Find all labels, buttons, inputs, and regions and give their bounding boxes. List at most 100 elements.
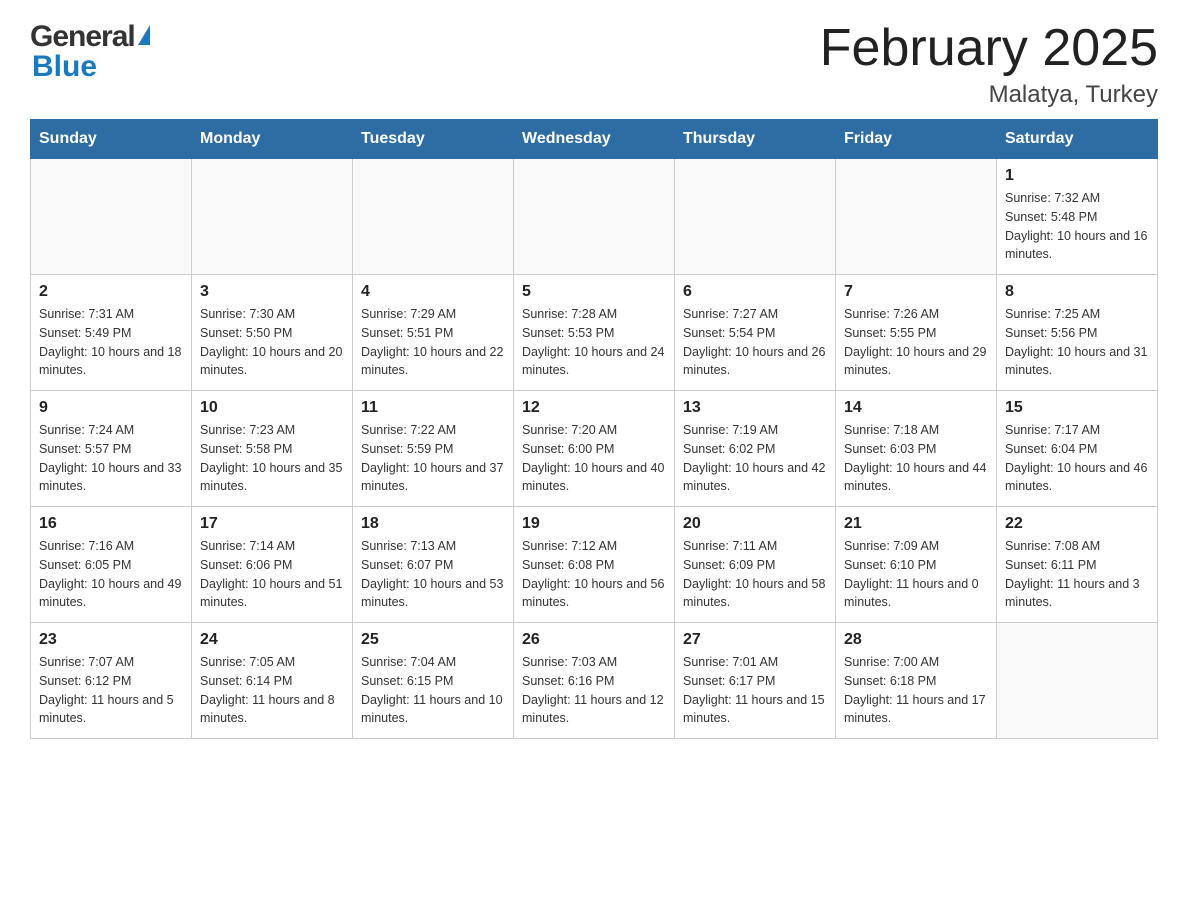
calendar-cell: 16Sunrise: 7:16 AMSunset: 6:05 PMDayligh… — [31, 507, 192, 623]
calendar-week-row: 23 Sunrise: 7:07 AMSunset: 6:12 PMDayligh… — [31, 623, 1158, 739]
day-info: Sunrise: 7:19 AMSunset: 6:02 PMDaylight:… — [683, 421, 827, 496]
day-info: Sunrise: 7:26 AMSunset: 5:55 PMDaylight:… — [844, 305, 988, 380]
calendar-cell: 23 Sunrise: 7:07 AMSunset: 6:12 PMDayligh… — [31, 623, 192, 739]
day-number: 10 — [200, 399, 344, 417]
calendar-cell — [997, 623, 1158, 739]
page-subtitle: Malatya, Turkey — [820, 81, 1158, 109]
calendar-week-row: 2Sunrise: 7:31 AMSunset: 5:49 PMDaylight… — [31, 275, 1158, 391]
calendar-cell — [836, 159, 997, 275]
weekday-header-saturday: Saturday — [997, 120, 1158, 159]
calendar-cell: 26Sunrise: 7:03 AMSunset: 6:16 PMDayligh… — [514, 623, 675, 739]
day-info: Sunrise: 7:01 AMSunset: 6:17 PMDaylight:… — [683, 653, 827, 728]
calendar-cell: 18 Sunrise: 7:13 AMSunset: 6:07 PMDayligh… — [353, 507, 514, 623]
day-info: Sunrise: 7:25 AMSunset: 5:56 PMDaylight:… — [1005, 305, 1149, 380]
calendar-cell: 3 Sunrise: 7:30 AMSunset: 5:50 PMDaylight… — [192, 275, 353, 391]
day-number: 23 — [39, 631, 183, 649]
day-info: Sunrise: 7:14 AMSunset: 6:06 PMDaylight:… — [200, 537, 344, 612]
page-header: General Blue February 2025 Malatya, Turk… — [30, 20, 1158, 109]
calendar-cell: 8 Sunrise: 7:25 AMSunset: 5:56 PMDaylight… — [997, 275, 1158, 391]
calendar-cell — [514, 159, 675, 275]
calendar-week-row: 9Sunrise: 7:24 AMSunset: 5:57 PMDaylight… — [31, 391, 1158, 507]
day-number: 3 — [200, 283, 344, 301]
calendar-cell: 1 Sunrise: 7:32 AMSunset: 5:48 PMDaylight… — [997, 159, 1158, 275]
day-info: Sunrise: 7:13 AMSunset: 6:07 PMDaylight:… — [361, 537, 505, 612]
calendar-cell: 20Sunrise: 7:11 AMSunset: 6:09 PMDayligh… — [675, 507, 836, 623]
calendar-cell: 28 Sunrise: 7:00 AMSunset: 6:18 PMDayligh… — [836, 623, 997, 739]
logo: General Blue — [30, 20, 150, 84]
calendar-header-row: SundayMondayTuesdayWednesdayThursdayFrid… — [31, 120, 1158, 159]
day-number: 9 — [39, 399, 183, 417]
calendar-cell — [675, 159, 836, 275]
calendar-cell: 11 Sunrise: 7:22 AMSunset: 5:59 PMDayligh… — [353, 391, 514, 507]
day-info: Sunrise: 7:27 AMSunset: 5:54 PMDaylight:… — [683, 305, 827, 380]
day-number: 14 — [844, 399, 988, 417]
calendar-cell: 6 Sunrise: 7:27 AMSunset: 5:54 PMDaylight… — [675, 275, 836, 391]
calendar-cell: 24Sunrise: 7:05 AMSunset: 6:14 PMDayligh… — [192, 623, 353, 739]
calendar-cell: 27 Sunrise: 7:01 AMSunset: 6:17 PMDayligh… — [675, 623, 836, 739]
day-number: 18 — [361, 515, 505, 533]
day-info: Sunrise: 7:17 AMSunset: 6:04 PMDaylight:… — [1005, 421, 1149, 496]
calendar-cell: 2Sunrise: 7:31 AMSunset: 5:49 PMDaylight… — [31, 275, 192, 391]
day-number: 25 — [361, 631, 505, 649]
day-number: 20 — [683, 515, 827, 533]
calendar-cell: 15 Sunrise: 7:17 AMSunset: 6:04 PMDayligh… — [997, 391, 1158, 507]
day-info: Sunrise: 7:22 AMSunset: 5:59 PMDaylight:… — [361, 421, 505, 496]
day-info: Sunrise: 7:12 AMSunset: 6:08 PMDaylight:… — [522, 537, 666, 612]
calendar-cell: 21 Sunrise: 7:09 AMSunset: 6:10 PMDayligh… — [836, 507, 997, 623]
calendar-cell — [31, 159, 192, 275]
day-number: 6 — [683, 283, 827, 301]
day-info: Sunrise: 7:04 AMSunset: 6:15 PMDaylight:… — [361, 653, 505, 728]
day-info: Sunrise: 7:07 AMSunset: 6:12 PMDaylight:… — [39, 653, 183, 728]
day-number: 27 — [683, 631, 827, 649]
day-number: 24 — [200, 631, 344, 649]
day-number: 13 — [683, 399, 827, 417]
day-number: 8 — [1005, 283, 1149, 301]
day-info: Sunrise: 7:16 AMSunset: 6:05 PMDaylight:… — [39, 537, 183, 612]
calendar-week-row: 16Sunrise: 7:16 AMSunset: 6:05 PMDayligh… — [31, 507, 1158, 623]
day-number: 19 — [522, 515, 666, 533]
day-number: 5 — [522, 283, 666, 301]
logo-general-text: General — [30, 20, 135, 54]
calendar-week-row: 1 Sunrise: 7:32 AMSunset: 5:48 PMDaylight… — [31, 159, 1158, 275]
day-number: 21 — [844, 515, 988, 533]
day-info: Sunrise: 7:30 AMSunset: 5:50 PMDaylight:… — [200, 305, 344, 380]
calendar-cell: 9Sunrise: 7:24 AMSunset: 5:57 PMDaylight… — [31, 391, 192, 507]
day-info: Sunrise: 7:20 AMSunset: 6:00 PMDaylight:… — [522, 421, 666, 496]
calendar-cell: 17Sunrise: 7:14 AMSunset: 6:06 PMDayligh… — [192, 507, 353, 623]
day-number: 4 — [361, 283, 505, 301]
day-info: Sunrise: 7:29 AMSunset: 5:51 PMDaylight:… — [361, 305, 505, 380]
day-number: 7 — [844, 283, 988, 301]
day-number: 28 — [844, 631, 988, 649]
page-title: February 2025 — [820, 20, 1158, 77]
weekday-header-friday: Friday — [836, 120, 997, 159]
day-number: 22 — [1005, 515, 1149, 533]
day-number: 15 — [1005, 399, 1149, 417]
day-info: Sunrise: 7:18 AMSunset: 6:03 PMDaylight:… — [844, 421, 988, 496]
calendar-cell: 14 Sunrise: 7:18 AMSunset: 6:03 PMDayligh… — [836, 391, 997, 507]
calendar-cell: 25 Sunrise: 7:04 AMSunset: 6:15 PMDayligh… — [353, 623, 514, 739]
day-number: 11 — [361, 399, 505, 417]
day-info: Sunrise: 7:28 AMSunset: 5:53 PMDaylight:… — [522, 305, 666, 380]
calendar-cell: 5 Sunrise: 7:28 AMSunset: 5:53 PMDaylight… — [514, 275, 675, 391]
logo-triangle-icon — [138, 25, 150, 45]
day-number: 2 — [39, 283, 183, 301]
weekday-header-wednesday: Wednesday — [514, 120, 675, 159]
day-number: 1 — [1005, 167, 1149, 185]
day-info: Sunrise: 7:32 AMSunset: 5:48 PMDaylight:… — [1005, 189, 1149, 264]
weekday-header-tuesday: Tuesday — [353, 120, 514, 159]
calendar-cell: 19 Sunrise: 7:12 AMSunset: 6:08 PMDayligh… — [514, 507, 675, 623]
day-info: Sunrise: 7:00 AMSunset: 6:18 PMDaylight:… — [844, 653, 988, 728]
calendar-cell: 10Sunrise: 7:23 AMSunset: 5:58 PMDayligh… — [192, 391, 353, 507]
day-number: 12 — [522, 399, 666, 417]
calendar-cell — [192, 159, 353, 275]
title-block: February 2025 Malatya, Turkey — [820, 20, 1158, 109]
weekday-header-monday: Monday — [192, 120, 353, 159]
calendar-cell: 13 Sunrise: 7:19 AMSunset: 6:02 PMDayligh… — [675, 391, 836, 507]
weekday-header-sunday: Sunday — [31, 120, 192, 159]
calendar-cell: 22Sunrise: 7:08 AMSunset: 6:11 PMDayligh… — [997, 507, 1158, 623]
day-info: Sunrise: 7:09 AMSunset: 6:10 PMDaylight:… — [844, 537, 988, 612]
calendar-cell: 12 Sunrise: 7:20 AMSunset: 6:00 PMDayligh… — [514, 391, 675, 507]
logo-blue-text: Blue — [30, 50, 97, 84]
calendar-cell: 4 Sunrise: 7:29 AMSunset: 5:51 PMDaylight… — [353, 275, 514, 391]
weekday-header-thursday: Thursday — [675, 120, 836, 159]
